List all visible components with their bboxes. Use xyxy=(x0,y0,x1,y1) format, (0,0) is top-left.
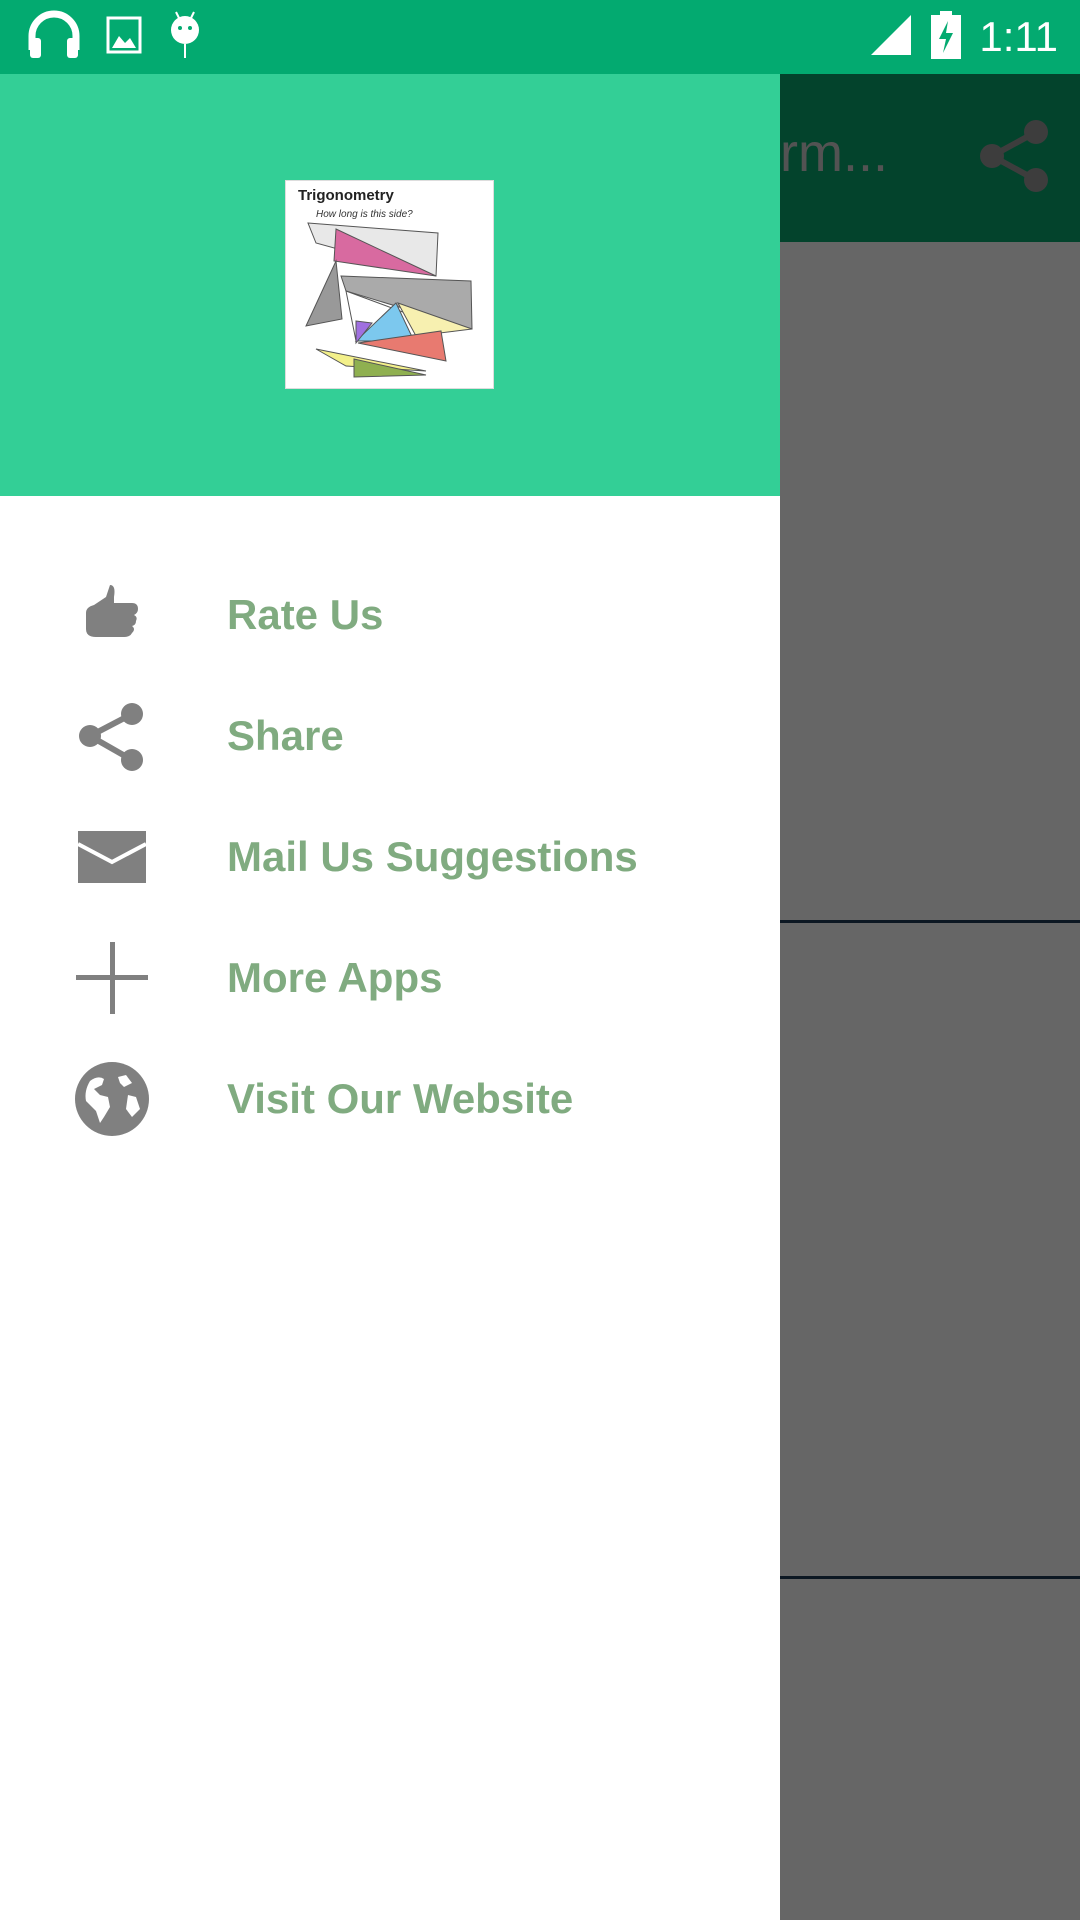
thumbs-up-icon xyxy=(72,575,152,655)
menu-item-more-apps[interactable]: More Apps xyxy=(0,917,780,1038)
headphones-icon xyxy=(28,10,80,65)
image-icon xyxy=(106,16,142,59)
drawer-menu: Rate Us Share Mail Us Suggestions More A… xyxy=(0,554,780,1159)
cellular-signal-icon xyxy=(869,13,913,62)
menu-label: Visit Our Website xyxy=(227,1074,574,1122)
app-logo-image: Trigonometry How long is this side? xyxy=(285,180,494,389)
share-icon xyxy=(72,696,152,776)
menu-item-rate-us[interactable]: Rate Us xyxy=(0,554,780,675)
navigation-drawer: Trigonometry How long is this side? Rate… xyxy=(0,74,780,1920)
menu-label: More Apps xyxy=(227,953,443,1001)
status-bar: 1:11 xyxy=(0,0,1080,74)
globe-icon xyxy=(72,1059,152,1139)
menu-label: Rate Us xyxy=(227,590,384,638)
clock: 1:11 xyxy=(979,13,1058,60)
menu-label: Mail Us Suggestions xyxy=(227,832,638,880)
menu-item-mail-us[interactable]: Mail Us Suggestions xyxy=(0,796,780,917)
menu-item-visit-website[interactable]: Visit Our Website xyxy=(0,1038,780,1159)
menu-label: Share xyxy=(227,711,344,759)
android-debug-icon xyxy=(168,10,202,65)
battery-charging-icon xyxy=(931,10,962,64)
plus-icon xyxy=(72,938,152,1018)
drawer-header: Trigonometry How long is this side? xyxy=(0,74,780,496)
mail-icon xyxy=(72,817,152,897)
menu-item-share[interactable]: Share xyxy=(0,675,780,796)
trigonometry-illustration xyxy=(305,222,473,378)
